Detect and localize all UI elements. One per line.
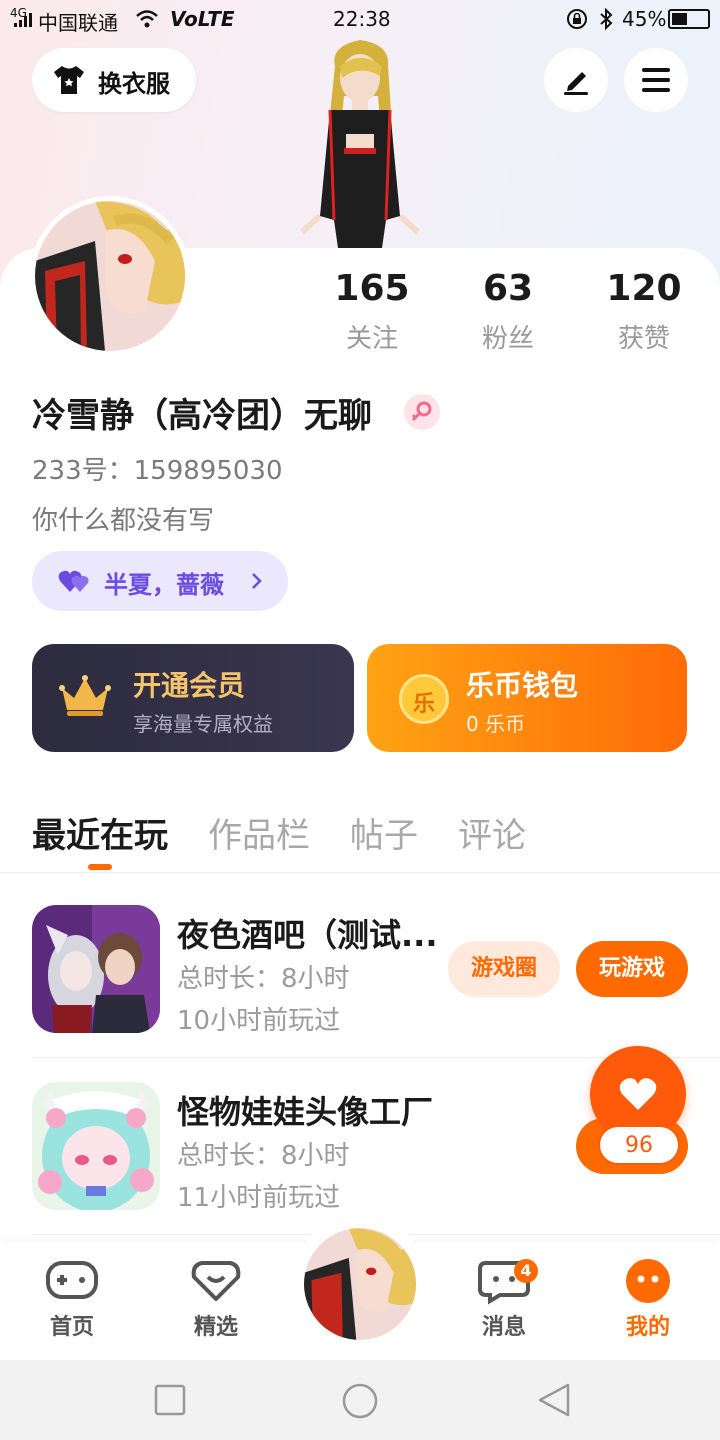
wallet-balance: 0 乐币 [466, 712, 526, 736]
wallet-title: 乐币钱包 [466, 669, 579, 702]
vip-title: 开通会员 [133, 669, 246, 702]
bio: 你什么都没有写 [32, 506, 215, 536]
carrier-name: 中国联通 [38, 11, 118, 35]
game-title[interactable]: 怪物娃娃头像工厂 [177, 1087, 433, 1133]
game-last-played: 11小时前玩过 [177, 1183, 341, 1213]
nav-home-label: 首页 [49, 1315, 94, 1340]
game-duration: 总时长：8小时 [177, 964, 350, 994]
tab-recently-played[interactable]: 最近在玩 [32, 808, 168, 857]
system-navigation-bar [0, 1360, 720, 1440]
stat-likes-label[interactable]: 获赞 [574, 318, 714, 355]
wifi-icon [136, 10, 158, 28]
clock: 22:38 [333, 7, 391, 31]
vip-membership-card[interactable]: 开通会员 享海量专属权益 [32, 644, 354, 752]
vip-subtitle: 享海量专属权益 [133, 712, 273, 736]
nav-me-label: 我的 [625, 1315, 670, 1340]
user-id: 233号：159895030 [32, 456, 283, 486]
coin-icon: 乐 [399, 674, 449, 724]
nav-messages-label: 消息 [481, 1315, 526, 1340]
chevron-right-icon [252, 573, 262, 589]
signal-icon [14, 13, 32, 27]
cp-relationship-tag[interactable]: 半夏，蔷薇 [32, 551, 288, 611]
stat-following-label[interactable]: 关注 [302, 318, 442, 355]
shirt-icon [54, 66, 84, 94]
game-title[interactable]: 夜色酒吧（测试... [177, 910, 437, 956]
gamepad-icon [46, 1261, 98, 1299]
avatar-portrait [304, 1228, 416, 1340]
tab-comments[interactable]: 评论 [458, 808, 526, 857]
crown-icon [59, 675, 111, 716]
game-icon-night-bar[interactable] [32, 905, 160, 1033]
game-last-played: 10小时前玩过 [177, 1006, 341, 1036]
active-tab-indicator [88, 864, 112, 870]
avatar-character-figure [300, 40, 420, 248]
avatar-portrait [35, 201, 185, 351]
username: 冷雪静（高冷团）无聊 [32, 396, 372, 436]
stat-followers-label[interactable]: 粉丝 [438, 318, 578, 355]
cp-tag-label: 半夏，蔷薇 [104, 571, 224, 599]
pencil-icon [564, 72, 588, 95]
tab-divider [0, 872, 720, 873]
game-circle-button[interactable]: 游戏圈 [448, 941, 560, 997]
coin-icon-glyph: 乐 [412, 692, 435, 717]
tab-posts[interactable]: 帖子 [350, 808, 418, 857]
game-duration: 总时长：8小时 [177, 1141, 350, 1171]
nav-me[interactable]: 我的 [600, 1255, 696, 1341]
chat-icon [478, 1261, 530, 1305]
stat-followers-count[interactable]: 63 [438, 268, 578, 309]
tab-works[interactable]: 作品栏 [208, 808, 310, 857]
messages-badge: 4 [514, 1259, 538, 1283]
volte-indicator: VoLTE [170, 7, 235, 31]
nav-featured[interactable]: 精选 [168, 1255, 264, 1341]
nav-home[interactable]: 首页 [24, 1255, 120, 1341]
double-heart-icon [58, 570, 89, 592]
change-outfit-label: 换衣服 [98, 70, 170, 98]
nav-center-avatar[interactable] [304, 1228, 416, 1340]
heart-icon [619, 1078, 657, 1110]
home-circle-icon[interactable] [341, 1382, 379, 1420]
back-triangle-icon[interactable] [536, 1382, 572, 1418]
menu-icon [642, 68, 670, 92]
battery-icon [668, 9, 710, 29]
stat-likes-count[interactable]: 120 [574, 268, 714, 309]
me-face-icon [626, 1259, 670, 1303]
play-game-button[interactable]: 玩游戏 [576, 941, 688, 997]
coin-wallet-card[interactable]: 乐 乐币钱包 0 乐币 [367, 644, 687, 752]
nav-featured-label: 精选 [193, 1315, 238, 1340]
heart-badge-icon [191, 1261, 241, 1301]
menu-button[interactable] [624, 48, 688, 112]
change-outfit-button[interactable]: 换衣服 [32, 48, 196, 112]
edit-profile-button[interactable] [544, 48, 608, 112]
recents-square-icon[interactable] [154, 1384, 186, 1416]
avatar[interactable] [35, 201, 185, 351]
gender-female-icon [404, 394, 440, 430]
game-icon-monster-doll[interactable] [32, 1082, 160, 1210]
battery-percent: 45% [622, 7, 667, 31]
stat-following-count[interactable]: 165 [302, 268, 442, 309]
bluetooth-icon [600, 8, 613, 30]
like-count: 96 [598, 1125, 680, 1165]
rotation-lock-icon [567, 9, 587, 29]
status-bar: 4G 中国联通 VoLTE 22:38 45% [0, 0, 720, 40]
